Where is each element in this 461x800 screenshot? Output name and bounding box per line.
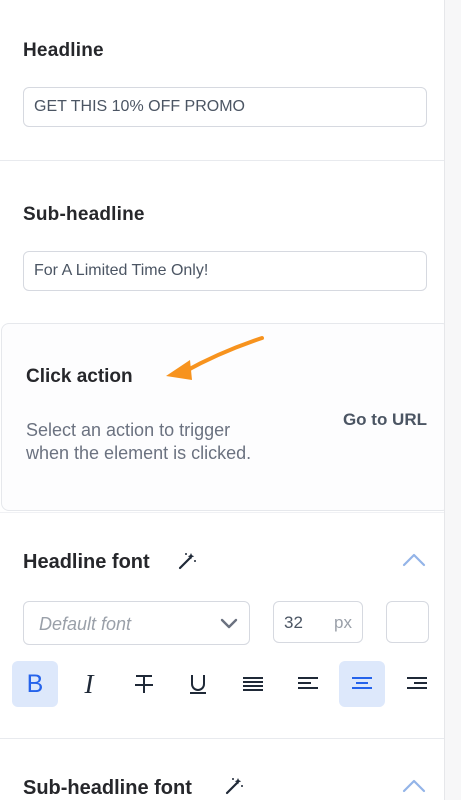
bold-icon: B [26,669,44,698]
chevron-up-icon[interactable] [401,552,427,568]
click-action-title: Click action [26,366,133,387]
magic-wand-icon[interactable] [224,776,244,796]
magic-wand-icon[interactable] [177,551,197,571]
subheadline-label: Sub-headline [23,204,145,225]
align-justify-icon [243,677,263,691]
subheadline-input-value: For A Limited Time Only! [34,262,209,279]
underline-icon [190,675,206,694]
align-justify-button[interactable] [230,661,276,707]
chevron-up-icon[interactable] [401,778,427,794]
align-center-icon [352,677,372,689]
subheadline-input[interactable]: For A Limited Time Only! [23,251,427,291]
italic-button[interactable]: I [66,661,112,707]
subheadline-font-title: Sub-headline font [23,777,192,799]
annotation-arrow-icon [166,336,264,380]
align-right-icon [407,677,427,689]
settings-panel: Headline GET THIS 10% OFF PROMO Sub-head… [0,0,450,800]
align-left-icon [298,677,318,689]
align-center-button[interactable] [339,661,385,707]
headline-font-title: Headline font [23,551,150,573]
click-action-description: Select an action to trigger when the ele… [26,420,252,463]
headline-input[interactable]: GET THIS 10% OFF PROMO [23,87,427,127]
strikethrough-button[interactable] [121,661,167,707]
color-swatch[interactable] [386,601,429,643]
italic-icon: I [84,668,94,699]
bold-button[interactable]: B [12,661,58,707]
underline-button[interactable] [175,661,221,707]
divider [0,160,444,161]
align-right-button[interactable] [394,661,440,707]
headline-label: Headline [23,40,104,61]
font-size-value: 32 [284,613,303,632]
font-size-input[interactable]: 32 px [273,601,363,643]
font-family-select[interactable]: Default font [23,601,250,645]
font-size-unit: px [334,613,352,632]
scrollbar[interactable] [444,0,461,800]
headline-input-value: GET THIS 10% OFF PROMO [34,98,245,115]
align-left-button[interactable] [285,661,331,707]
chevron-down-icon [220,618,238,629]
strikethrough-icon [135,675,153,693]
click-action-select[interactable]: Go to URL [343,410,427,430]
divider [0,738,444,739]
divider [0,512,444,513]
font-family-placeholder: Default font [39,614,132,634]
